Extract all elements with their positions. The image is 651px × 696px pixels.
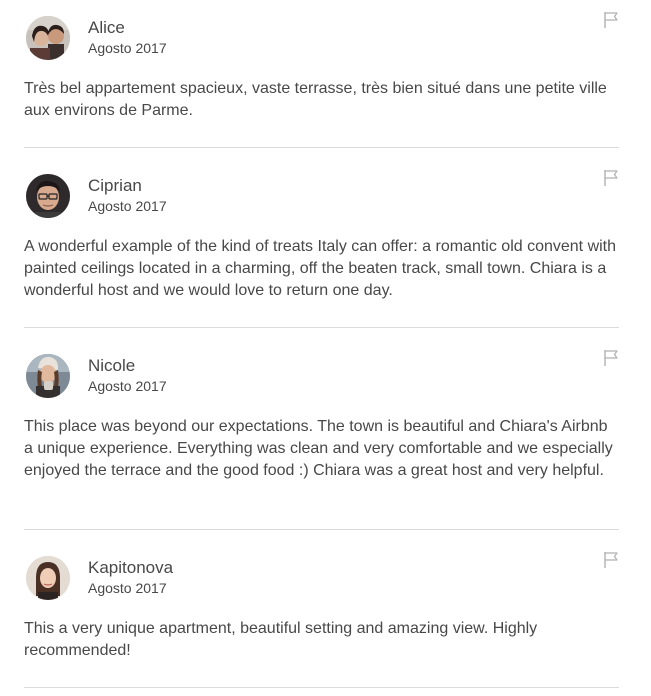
divider (24, 529, 619, 530)
avatar[interactable] (26, 174, 70, 218)
review-text: This place was beyond our expectations. … (24, 418, 613, 479)
review-header: Kapitonova Agosto 2017 (24, 552, 619, 600)
reviewer-name: Kapitonova (88, 558, 174, 577)
avatar-image (26, 354, 70, 398)
review-header: Ciprian Agosto 2017 (24, 170, 619, 218)
avatar-image (26, 174, 70, 218)
flag-icon[interactable] (602, 349, 620, 367)
review-date: Agosto 2017 (88, 378, 167, 394)
review-date: Agosto 2017 (88, 40, 167, 56)
reviewer-name: Ciprian (88, 176, 142, 195)
review-text: This a very unique apartment, beautiful … (24, 620, 538, 659)
avatar[interactable] (26, 354, 70, 398)
review-item: Nicole Agosto 2017 This place was beyond… (24, 350, 619, 482)
review-date: Agosto 2017 (88, 580, 167, 596)
review-text: Très bel appartement spacieux, vaste ter… (24, 80, 607, 119)
flag-icon[interactable] (602, 551, 620, 569)
avatar[interactable] (26, 16, 70, 60)
review-item: Kapitonova Agosto 2017 This a very uniqu… (24, 552, 619, 662)
review-item: Ciprian Agosto 2017 A wonderful example … (24, 170, 619, 302)
avatar-image (26, 556, 70, 600)
avatar[interactable] (26, 556, 70, 600)
divider (24, 687, 619, 688)
review-item: Alice Agosto 2017 Très bel appartement s… (24, 12, 619, 122)
flag-icon[interactable] (602, 11, 620, 29)
flag-icon[interactable] (602, 169, 620, 187)
review-header: Alice Agosto 2017 (24, 12, 619, 60)
reviewer-name: Nicole (88, 356, 136, 375)
review-text: A wonderful example of the kind of treat… (24, 238, 617, 299)
divider (24, 147, 619, 148)
reviews-list: Alice Agosto 2017 Très bel appartement s… (0, 0, 651, 696)
divider (24, 327, 619, 328)
review-date: Agosto 2017 (88, 198, 167, 214)
avatar-image (26, 16, 70, 60)
review-header: Nicole Agosto 2017 (24, 350, 619, 398)
reviewer-name: Alice (88, 18, 125, 37)
